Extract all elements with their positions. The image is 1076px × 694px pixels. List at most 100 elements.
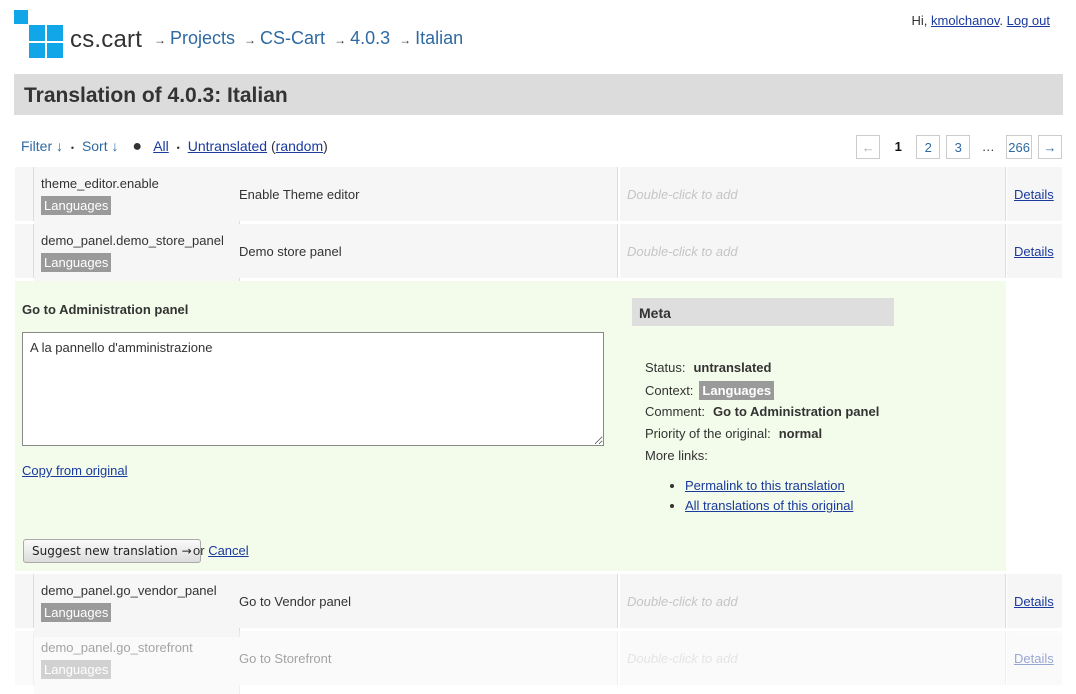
filter-all-link[interactable]: All [153, 138, 169, 154]
filter-toggle[interactable]: Filter ↓ [21, 138, 63, 154]
meta-context: Context: Languages [645, 381, 775, 400]
logout-link[interactable]: Log out [1007, 13, 1050, 28]
meta-title: Meta [632, 298, 894, 326]
more-links-label: More links: [645, 448, 708, 463]
separator-bullet: ● [132, 138, 143, 155]
meta-panel: Meta Status: untranslated Context: Languag… [632, 298, 972, 513]
pager-page-current: 1 [894, 139, 902, 154]
details-link[interactable]: Details [1014, 651, 1054, 666]
translation-row[interactable]: demo_panel.go_vendor_panel Languages Go … [15, 574, 1062, 637]
row-checkbox-cell[interactable] [15, 167, 34, 221]
original-text: Go to Administration panel [22, 302, 189, 317]
user-menu: Hi, kmolchanov. Log out [911, 13, 1050, 28]
row-checkbox-cell[interactable] [15, 224, 34, 278]
translation-cell[interactable]: Double-click to add [620, 224, 1006, 278]
title-bar: Translation of 4.0.3: Italian [14, 74, 1063, 115]
separator-dot: • [176, 143, 180, 153]
filter-random-link[interactable]: random [276, 138, 323, 154]
context-badge: Languages [41, 196, 112, 215]
translation-row[interactable]: theme_editor.enable Languages Enable The… [15, 167, 1062, 230]
pager-next[interactable]: → [1038, 135, 1062, 159]
translation-cell[interactable]: Double-click to add [620, 574, 1006, 628]
key-cell: theme_editor.enable Languages [34, 167, 240, 230]
translation-row[interactable]: demo_panel.go_storefront Languages Go to… [15, 631, 1062, 694]
translation-editor: Go to Administration panel Copy from ori… [15, 281, 1006, 571]
breadcrumb-cscart[interactable]: CS-Cart [260, 28, 325, 48]
list-item: All translations of this original [685, 498, 853, 513]
pager-page[interactable]: 3 [946, 135, 971, 159]
cancel-link[interactable]: Cancel [208, 543, 248, 558]
arrow-right-icon: → [334, 33, 347, 47]
status-value: untranslated [693, 360, 772, 375]
logo-square-icon [47, 43, 63, 58]
details-link[interactable]: Details [1014, 244, 1054, 259]
filter-untranslated-link[interactable]: Untranslated [188, 138, 267, 154]
translation-cell[interactable]: Double-click to add [620, 167, 1006, 221]
priority-value: normal [778, 426, 823, 441]
details-link[interactable]: Details [1014, 187, 1054, 202]
pagination: ← 1 2 3 … 266 → [856, 135, 1062, 159]
translation-cell[interactable]: Double-click to add [620, 631, 1006, 685]
pager-prev: ← [856, 135, 881, 159]
status-label: Status: [645, 360, 686, 375]
context-badge: Languages [41, 660, 112, 679]
all-translations-link[interactable]: All translations of this original [685, 498, 853, 513]
separator-dot: • [70, 143, 75, 153]
logo-text: cs.cart [70, 26, 143, 53]
row-checkbox-cell[interactable] [15, 631, 34, 685]
comment-label: Comment: [645, 404, 705, 419]
or-label: or [193, 543, 205, 558]
translation-textarea[interactable] [22, 332, 604, 446]
logo-square-icon [29, 25, 45, 41]
string-key: demo_panel.go_storefront [41, 640, 193, 655]
page-title: Translation of 4.0.3: Italian [24, 84, 288, 107]
cscart-logo[interactable]: cs.cart [14, 10, 143, 58]
meta-status: Status: untranslated [645, 360, 771, 375]
pager-page[interactable]: 2 [916, 135, 941, 159]
key-cell: demo_panel.go_storefront Languages [34, 631, 240, 694]
copy-from-original-link[interactable]: Copy from original [22, 463, 128, 478]
greeting-text: Hi, [911, 13, 928, 28]
original-cell: Go to Vendor panel [232, 574, 618, 628]
pager-page-last[interactable]: 266 [1006, 135, 1032, 159]
filter-bar: Filter ↓ • Sort ↓ ● All • Untranslated (… [21, 138, 328, 155]
sort-toggle[interactable]: Sort ↓ [82, 138, 119, 154]
or-text: or Cancel [193, 543, 249, 558]
meta-comment: Comment: Go to Administration panel [645, 404, 879, 419]
arrow-right-icon: → [244, 33, 257, 47]
breadcrumb-version[interactable]: 4.0.3 [350, 28, 390, 48]
breadcrumb-projects[interactable]: Projects [170, 28, 235, 48]
context-badge: Languages [41, 253, 112, 272]
suggest-translation-button[interactable]: Suggest new translation → [23, 539, 201, 563]
arrow-right-icon: → [154, 33, 166, 47]
list-item: Permalink to this translation [685, 478, 853, 493]
arrow-right-icon: → [399, 33, 412, 47]
context-label: Context: [645, 383, 694, 398]
string-key: demo_panel.go_vendor_panel [41, 583, 217, 598]
username-link[interactable]: kmolchanov [931, 13, 999, 28]
original-cell: Enable Theme editor [232, 167, 618, 221]
more-links-list: Permalink to this translation All transl… [645, 478, 853, 518]
logo-square-icon [29, 43, 45, 58]
context-badge: Languages [699, 381, 775, 400]
original-cell: Go to Storefront [232, 631, 618, 685]
header: cs.cart → Projects → CS-Cart → 4.0.3 → Itali… [14, 10, 1063, 68]
string-key: demo_panel.demo_store_panel [41, 233, 224, 248]
row-checkbox-cell[interactable] [15, 574, 34, 628]
pager-ellipsis: … [981, 139, 995, 154]
translation-row[interactable]: demo_panel.demo_store_panel Languages De… [15, 224, 1062, 287]
breadcrumb: → Projects → CS-Cart → 4.0.3 → Italian [154, 28, 467, 49]
priority-label: Priority of the original: [645, 426, 771, 441]
context-badge: Languages [41, 603, 112, 622]
details-cell: Details [1007, 574, 1062, 628]
meta-priority: Priority of the original: normal [645, 426, 822, 441]
string-key: theme_editor.enable [41, 176, 159, 191]
key-cell: demo_panel.demo_store_panel Languages [34, 224, 240, 287]
details-cell: Details [1007, 167, 1062, 221]
logo-square-icon [14, 10, 28, 24]
breadcrumb-language[interactable]: Italian [415, 28, 463, 48]
permalink-link[interactable]: Permalink to this translation [685, 478, 845, 493]
details-link[interactable]: Details [1014, 594, 1054, 609]
key-cell: demo_panel.go_vendor_panel Languages [34, 574, 240, 637]
logo-square-icon [47, 25, 63, 41]
